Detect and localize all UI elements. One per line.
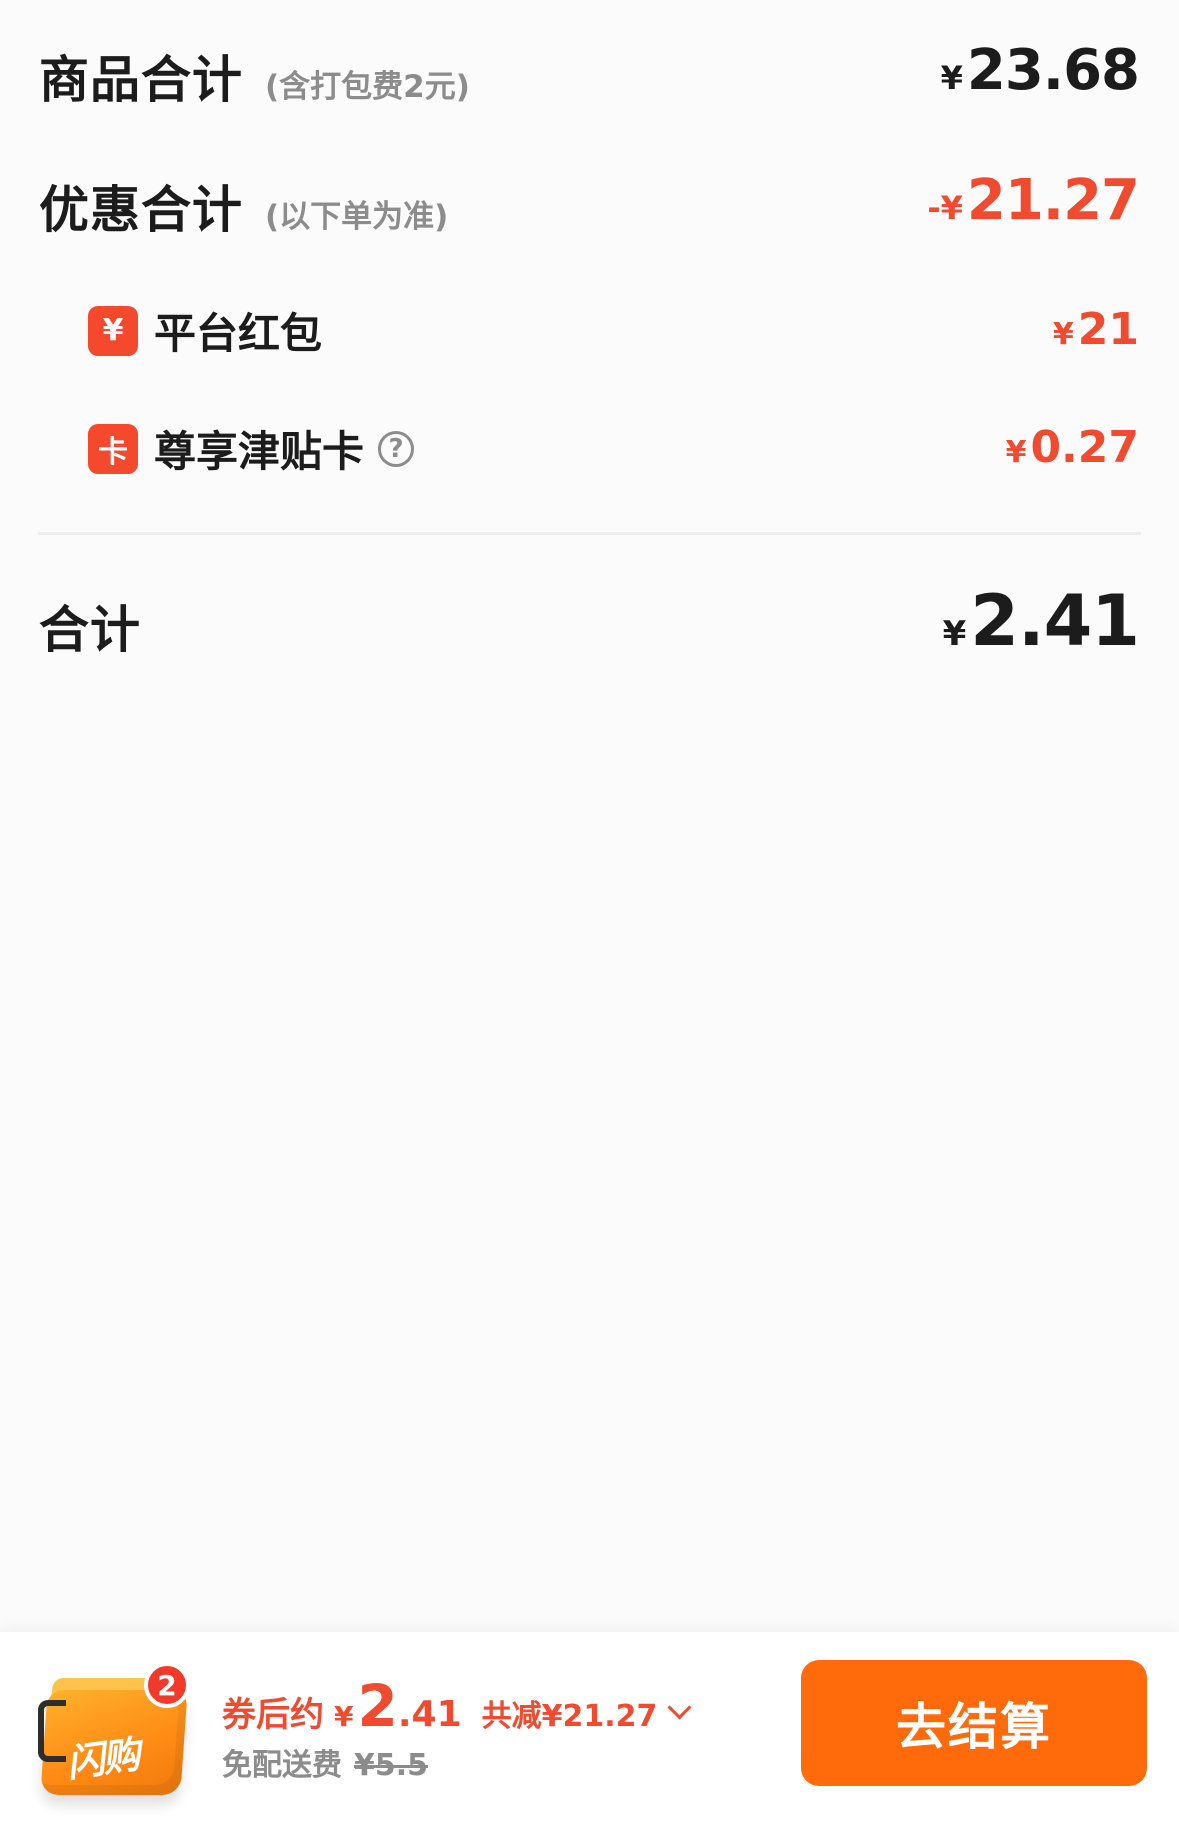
discount-total-label-group: 优惠合计 (以下单为准) (39, 170, 448, 242)
currency-symbol: ¥ (1052, 317, 1074, 352)
discount-item-platform-redpacket: ¥ 平台红包 ¥ 21 (0, 300, 1179, 360)
bag-handle (38, 1700, 66, 1762)
total-saved-text: 共减¥21.27 (481, 1699, 658, 1734)
grand-total-label-group: 合计 (39, 590, 141, 662)
grand-total-row: 合计 ¥ 2.41 (0, 580, 1179, 680)
discount-item-value: 21 (1077, 304, 1139, 355)
discount-item-value: 0.27 (1030, 422, 1139, 473)
discount-hint: (以下单为准) (265, 199, 449, 235)
discount-item-amount: ¥ 21 (1053, 304, 1139, 355)
flash-buy-text: 闪购 (63, 1732, 142, 1786)
grand-total-amount: ¥ 2.41 (942, 580, 1140, 662)
goods-total-value: 23.68 (966, 38, 1140, 103)
estimated-price-integer: 2 (357, 1672, 398, 1740)
after-coupon-label: 券后约 (222, 1695, 324, 1735)
card-badge-icon: 卡 (88, 423, 138, 474)
discount-item-left: 卡 尊享津贴卡 ? (88, 418, 415, 479)
goods-total-label-group: 商品合计 (含打包费2元) (39, 40, 470, 112)
discount-item-amount: ¥ 0.27 (1006, 422, 1139, 473)
currency-symbol: ¥ (942, 614, 967, 654)
yuan-badge-icon: ¥ (88, 305, 138, 356)
grand-total-value: 2.41 (970, 580, 1140, 662)
packing-fee-hint: (含打包费2元) (265, 69, 470, 105)
section-divider (38, 532, 1141, 535)
discount-item-left: ¥ 平台红包 (88, 300, 322, 361)
goods-total-label: 商品合计 (39, 51, 243, 109)
currency-symbol: -¥ (927, 189, 963, 227)
grand-total-label: 合计 (39, 601, 141, 659)
estimated-price-decimal: .41 (397, 1694, 462, 1735)
discount-total-label: 优惠合计 (39, 181, 243, 239)
discount-item-allowance-card: 卡 尊享津贴卡 ? ¥ 0.27 (0, 418, 1179, 478)
discount-item-label: 尊享津贴卡 (154, 427, 365, 476)
discount-item-label: 平台红包 (154, 309, 323, 358)
original-delivery-fee: ¥5.5 (354, 1748, 429, 1783)
help-circle-icon[interactable]: ? (378, 430, 415, 467)
currency-symbol: ¥ (940, 59, 963, 97)
estimated-price-line[interactable]: 券后约 ¥ 2 .41 共减¥21.27 (222, 1672, 692, 1740)
free-delivery-label: 免配送费 (222, 1748, 342, 1783)
goods-total-amount: ¥ 23.68 (940, 38, 1140, 103)
delivery-fee-line: 免配送费 ¥5.5 (222, 1740, 428, 1784)
checkout-bar: 闪购 2 券后约 ¥ 2 .41 共减¥21.27 免配送费 ¥5.5 去结算 (0, 1632, 1179, 1823)
goods-total-row: 商品合计 (含打包费2元) ¥ 23.68 (0, 38, 1179, 120)
flash-buy-bag-icon[interactable]: 闪购 2 (18, 1662, 190, 1802)
chevron-down-icon[interactable] (667, 1695, 692, 1720)
currency-symbol: ¥ (1005, 435, 1027, 470)
discount-total-row: 优惠合计 (以下单为准) -¥ 21.27 (0, 168, 1179, 250)
cart-count-badge: 2 (144, 1662, 190, 1708)
discount-total-amount: -¥ 21.27 (927, 168, 1140, 233)
discount-total-value: 21.27 (966, 168, 1140, 233)
currency-symbol: ¥ (334, 1700, 354, 1733)
checkout-button[interactable]: 去结算 (801, 1660, 1147, 1786)
